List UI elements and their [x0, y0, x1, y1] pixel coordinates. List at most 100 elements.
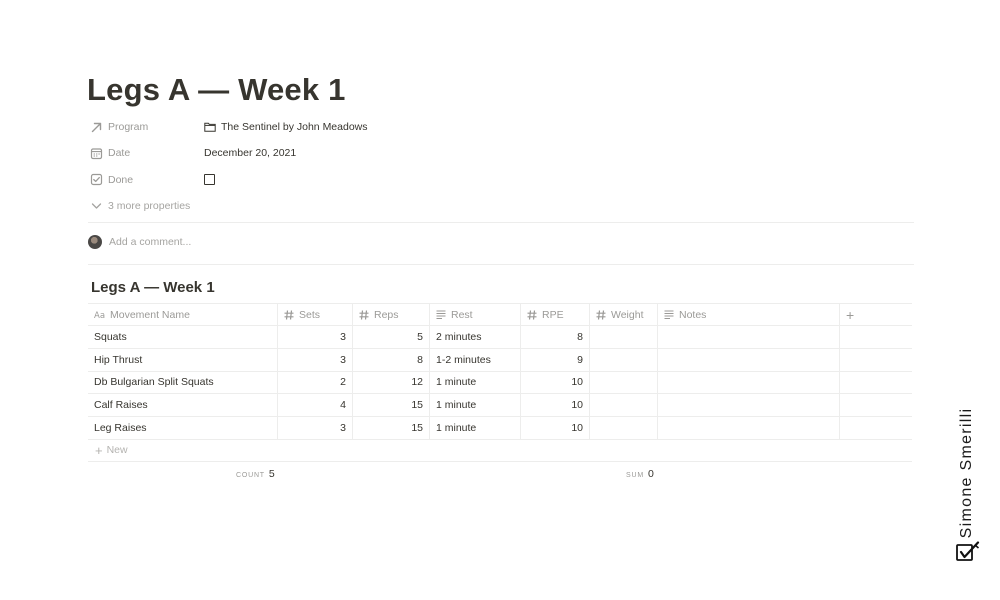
table-row[interactable]: Leg Raises 3 15 1 minute 10 — [88, 417, 912, 440]
hash-icon — [284, 309, 294, 320]
cell-empty — [840, 417, 912, 439]
cell-weight[interactable] — [590, 394, 658, 417]
column-label: Weight — [611, 308, 644, 321]
cell-reps[interactable]: 12 — [353, 371, 430, 394]
cell-sets[interactable]: 2 — [278, 371, 353, 394]
done-checkbox[interactable] — [204, 174, 215, 186]
comment-input[interactable]: Add a comment... — [109, 236, 191, 248]
cell-weight[interactable] — [590, 417, 658, 439]
calculation-value: 5 — [268, 468, 275, 480]
column-label: Movement Name — [110, 308, 190, 321]
hash-icon — [596, 309, 606, 320]
cell-notes[interactable] — [658, 394, 840, 417]
cell-notes[interactable] — [658, 326, 840, 348]
cell-notes[interactable] — [658, 348, 840, 371]
column-header-movement-name[interactable]: Aa Movement Name — [88, 304, 278, 325]
add-column-button[interactable]: + — [840, 304, 912, 325]
table-row[interactable]: Calf Raises 4 15 1 minute 10 — [88, 394, 912, 418]
cell-empty — [840, 349, 912, 371]
cell-rest[interactable]: 2 minutes — [430, 326, 521, 348]
cell-rest[interactable]: 1 minute — [430, 394, 521, 417]
lines-icon — [664, 310, 674, 319]
cell-rpe[interactable]: 10 — [521, 394, 590, 417]
checkbox-pen-logo-icon — [955, 541, 981, 568]
date-value[interactable]: December 20, 2021 — [204, 147, 296, 159]
cell-reps[interactable]: 15 — [353, 394, 430, 417]
cell-weight[interactable] — [590, 371, 658, 394]
column-header-rpe[interactable]: RPE — [521, 304, 590, 325]
hash-icon — [527, 309, 537, 320]
cell-rpe[interactable]: 10 — [521, 417, 590, 439]
calculation-label: SUM — [626, 472, 644, 479]
cell-sets[interactable]: 3 — [278, 417, 353, 439]
svg-text:Aa: Aa — [94, 311, 105, 319]
plus-icon: + — [846, 306, 855, 323]
cell-movement-name[interactable]: Leg Raises — [88, 417, 278, 439]
property-key-program[interactable]: Program — [88, 120, 204, 134]
table-row[interactable]: Hip Thrust 3 8 1-2 minutes 9 — [88, 348, 912, 372]
more-properties-toggle[interactable]: 3 more properties — [88, 193, 918, 219]
property-key-done[interactable]: Done — [88, 173, 204, 187]
cell-rest[interactable]: 1 minute — [430, 371, 521, 394]
plus-icon: + — [95, 442, 103, 458]
folder-icon — [204, 122, 216, 132]
column-label: RPE — [542, 308, 564, 321]
calculation-label: COUNT — [236, 472, 265, 479]
cell-notes[interactable] — [658, 371, 840, 394]
lines-icon — [436, 310, 446, 319]
cell-notes[interactable] — [658, 417, 840, 439]
avatar — [88, 235, 102, 249]
table-row[interactable]: Db Bulgarian Split Squats 2 12 1 minute … — [88, 371, 912, 395]
new-row-button[interactable]: + New — [88, 440, 912, 462]
column-label: Sets — [299, 308, 321, 321]
database-title[interactable]: Legs A — Week 1 — [91, 279, 215, 296]
property-date[interactable]: Date December 20, 2021 — [88, 140, 918, 166]
column-label: Reps — [374, 308, 399, 321]
cell-rest[interactable]: 1 minute — [430, 417, 521, 439]
program-relation-link[interactable]: The Sentinel by John Meadows — [204, 121, 368, 133]
cell-rpe[interactable]: 8 — [521, 326, 590, 348]
cell-sets[interactable]: 3 — [278, 326, 353, 348]
column-label: Rest — [451, 308, 473, 321]
cell-movement-name[interactable]: Db Bulgarian Split Squats — [88, 371, 278, 394]
cell-sets[interactable]: 4 — [278, 394, 353, 417]
author-name: Simone Smerilli — [958, 407, 975, 539]
table-row[interactable]: Squats 3 5 2 minutes 8 — [88, 326, 912, 349]
column-header-reps[interactable]: Reps — [353, 304, 430, 325]
divider — [88, 264, 914, 265]
cell-reps[interactable]: 5 — [353, 326, 430, 348]
database-table: Aa Movement Name Sets Reps Rest RPE Weig… — [88, 303, 912, 462]
cell-weight[interactable] — [590, 326, 658, 348]
cell-rpe[interactable]: 9 — [521, 348, 590, 371]
page-title[interactable]: Legs A — Week 1 — [87, 72, 346, 108]
column-label: Notes — [679, 308, 707, 321]
cell-movement-name[interactable]: Hip Thrust — [88, 348, 278, 371]
cell-empty — [840, 394, 912, 416]
calculation-sum[interactable]: SUM 0 — [626, 468, 654, 480]
column-header-sets[interactable]: Sets — [278, 304, 353, 325]
divider — [88, 222, 914, 223]
calculation-count[interactable]: COUNT 5 — [236, 468, 275, 480]
column-header-rest[interactable]: Rest — [430, 304, 521, 325]
cell-rpe[interactable]: 10 — [521, 371, 590, 394]
new-row-label: New — [106, 444, 128, 457]
property-key-date[interactable]: Date — [88, 146, 204, 160]
property-program[interactable]: Program The Sentinel by John Meadows — [88, 114, 918, 140]
calendar-icon — [89, 146, 103, 160]
cell-sets[interactable]: 3 — [278, 348, 353, 371]
cell-reps[interactable]: 15 — [353, 417, 430, 439]
relation-arrow-icon — [89, 120, 103, 134]
table-header: Aa Movement Name Sets Reps Rest RPE Weig… — [88, 303, 912, 326]
column-header-weight[interactable]: Weight — [590, 304, 658, 325]
cell-rest[interactable]: 1-2 minutes — [430, 348, 521, 371]
column-header-notes[interactable]: Notes — [658, 304, 840, 325]
cell-empty — [840, 326, 912, 348]
cell-movement-name[interactable]: Squats — [88, 326, 278, 348]
cell-weight[interactable] — [590, 348, 658, 371]
comment-bar[interactable]: Add a comment... — [88, 235, 191, 249]
cell-reps[interactable]: 8 — [353, 348, 430, 371]
chevron-down-icon — [89, 202, 103, 210]
program-value: The Sentinel by John Meadows — [221, 121, 368, 134]
property-done[interactable]: Done — [88, 167, 918, 193]
cell-movement-name[interactable]: Calf Raises — [88, 394, 278, 417]
